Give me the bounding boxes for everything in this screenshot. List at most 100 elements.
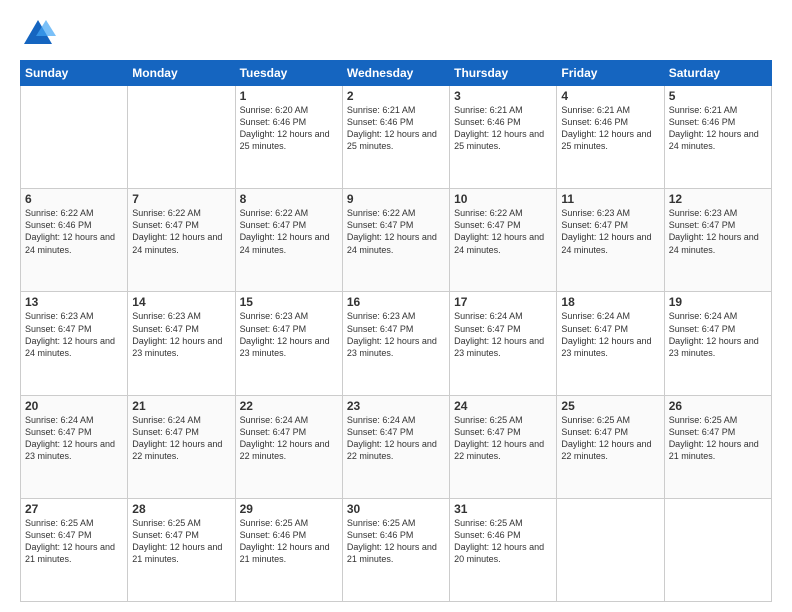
day-number: 17	[454, 295, 552, 309]
day-number: 21	[132, 399, 230, 413]
calendar-cell: 28Sunrise: 6:25 AM Sunset: 6:47 PM Dayli…	[128, 498, 235, 601]
header	[20, 16, 772, 52]
day-number: 29	[240, 502, 338, 516]
day-number: 7	[132, 192, 230, 206]
day-info: Sunrise: 6:25 AM Sunset: 6:47 PM Dayligh…	[561, 414, 659, 463]
day-info: Sunrise: 6:25 AM Sunset: 6:47 PM Dayligh…	[132, 517, 230, 566]
logo-icon	[20, 16, 56, 52]
day-number: 14	[132, 295, 230, 309]
calendar: SundayMondayTuesdayWednesdayThursdayFrid…	[20, 60, 772, 602]
calendar-cell: 6Sunrise: 6:22 AM Sunset: 6:46 PM Daylig…	[21, 189, 128, 292]
day-info: Sunrise: 6:24 AM Sunset: 6:47 PM Dayligh…	[25, 414, 123, 463]
day-info: Sunrise: 6:20 AM Sunset: 6:46 PM Dayligh…	[240, 104, 338, 153]
day-info: Sunrise: 6:24 AM Sunset: 6:47 PM Dayligh…	[240, 414, 338, 463]
calendar-week-2: 6Sunrise: 6:22 AM Sunset: 6:46 PM Daylig…	[21, 189, 772, 292]
day-info: Sunrise: 6:21 AM Sunset: 6:46 PM Dayligh…	[347, 104, 445, 153]
calendar-cell: 17Sunrise: 6:24 AM Sunset: 6:47 PM Dayli…	[450, 292, 557, 395]
day-number: 3	[454, 89, 552, 103]
day-info: Sunrise: 6:22 AM Sunset: 6:47 PM Dayligh…	[240, 207, 338, 256]
calendar-header-wednesday: Wednesday	[342, 61, 449, 86]
calendar-cell: 19Sunrise: 6:24 AM Sunset: 6:47 PM Dayli…	[664, 292, 771, 395]
calendar-cell: 16Sunrise: 6:23 AM Sunset: 6:47 PM Dayli…	[342, 292, 449, 395]
calendar-cell: 12Sunrise: 6:23 AM Sunset: 6:47 PM Dayli…	[664, 189, 771, 292]
calendar-cell: 20Sunrise: 6:24 AM Sunset: 6:47 PM Dayli…	[21, 395, 128, 498]
day-number: 6	[25, 192, 123, 206]
calendar-cell: 15Sunrise: 6:23 AM Sunset: 6:47 PM Dayli…	[235, 292, 342, 395]
day-number: 26	[669, 399, 767, 413]
calendar-cell: 29Sunrise: 6:25 AM Sunset: 6:46 PM Dayli…	[235, 498, 342, 601]
day-number: 19	[669, 295, 767, 309]
day-info: Sunrise: 6:25 AM Sunset: 6:47 PM Dayligh…	[25, 517, 123, 566]
day-number: 13	[25, 295, 123, 309]
day-info: Sunrise: 6:22 AM Sunset: 6:47 PM Dayligh…	[347, 207, 445, 256]
day-info: Sunrise: 6:24 AM Sunset: 6:47 PM Dayligh…	[454, 310, 552, 359]
calendar-cell: 26Sunrise: 6:25 AM Sunset: 6:47 PM Dayli…	[664, 395, 771, 498]
calendar-cell: 8Sunrise: 6:22 AM Sunset: 6:47 PM Daylig…	[235, 189, 342, 292]
calendar-header-saturday: Saturday	[664, 61, 771, 86]
calendar-header-tuesday: Tuesday	[235, 61, 342, 86]
calendar-cell	[664, 498, 771, 601]
day-info: Sunrise: 6:25 AM Sunset: 6:47 PM Dayligh…	[669, 414, 767, 463]
day-info: Sunrise: 6:25 AM Sunset: 6:46 PM Dayligh…	[240, 517, 338, 566]
day-info: Sunrise: 6:23 AM Sunset: 6:47 PM Dayligh…	[132, 310, 230, 359]
day-info: Sunrise: 6:24 AM Sunset: 6:47 PM Dayligh…	[669, 310, 767, 359]
calendar-cell: 11Sunrise: 6:23 AM Sunset: 6:47 PM Dayli…	[557, 189, 664, 292]
calendar-cell: 14Sunrise: 6:23 AM Sunset: 6:47 PM Dayli…	[128, 292, 235, 395]
day-info: Sunrise: 6:23 AM Sunset: 6:47 PM Dayligh…	[25, 310, 123, 359]
day-info: Sunrise: 6:21 AM Sunset: 6:46 PM Dayligh…	[454, 104, 552, 153]
calendar-week-4: 20Sunrise: 6:24 AM Sunset: 6:47 PM Dayli…	[21, 395, 772, 498]
calendar-cell: 18Sunrise: 6:24 AM Sunset: 6:47 PM Dayli…	[557, 292, 664, 395]
calendar-cell: 7Sunrise: 6:22 AM Sunset: 6:47 PM Daylig…	[128, 189, 235, 292]
day-info: Sunrise: 6:25 AM Sunset: 6:46 PM Dayligh…	[454, 517, 552, 566]
day-number: 25	[561, 399, 659, 413]
day-number: 30	[347, 502, 445, 516]
day-number: 16	[347, 295, 445, 309]
day-number: 24	[454, 399, 552, 413]
calendar-header-row: SundayMondayTuesdayWednesdayThursdayFrid…	[21, 61, 772, 86]
calendar-cell: 31Sunrise: 6:25 AM Sunset: 6:46 PM Dayli…	[450, 498, 557, 601]
calendar-cell: 23Sunrise: 6:24 AM Sunset: 6:47 PM Dayli…	[342, 395, 449, 498]
calendar-week-3: 13Sunrise: 6:23 AM Sunset: 6:47 PM Dayli…	[21, 292, 772, 395]
calendar-header-friday: Friday	[557, 61, 664, 86]
calendar-cell: 3Sunrise: 6:21 AM Sunset: 6:46 PM Daylig…	[450, 86, 557, 189]
day-number: 10	[454, 192, 552, 206]
day-number: 8	[240, 192, 338, 206]
day-info: Sunrise: 6:24 AM Sunset: 6:47 PM Dayligh…	[132, 414, 230, 463]
day-number: 27	[25, 502, 123, 516]
day-number: 11	[561, 192, 659, 206]
day-number: 23	[347, 399, 445, 413]
day-number: 15	[240, 295, 338, 309]
calendar-cell	[21, 86, 128, 189]
day-info: Sunrise: 6:23 AM Sunset: 6:47 PM Dayligh…	[240, 310, 338, 359]
logo	[20, 16, 60, 52]
day-info: Sunrise: 6:23 AM Sunset: 6:47 PM Dayligh…	[669, 207, 767, 256]
day-number: 12	[669, 192, 767, 206]
day-number: 9	[347, 192, 445, 206]
calendar-week-5: 27Sunrise: 6:25 AM Sunset: 6:47 PM Dayli…	[21, 498, 772, 601]
day-number: 2	[347, 89, 445, 103]
day-info: Sunrise: 6:22 AM Sunset: 6:46 PM Dayligh…	[25, 207, 123, 256]
calendar-cell: 27Sunrise: 6:25 AM Sunset: 6:47 PM Dayli…	[21, 498, 128, 601]
calendar-cell: 21Sunrise: 6:24 AM Sunset: 6:47 PM Dayli…	[128, 395, 235, 498]
day-number: 28	[132, 502, 230, 516]
calendar-cell: 9Sunrise: 6:22 AM Sunset: 6:47 PM Daylig…	[342, 189, 449, 292]
day-number: 1	[240, 89, 338, 103]
calendar-cell	[128, 86, 235, 189]
calendar-cell: 13Sunrise: 6:23 AM Sunset: 6:47 PM Dayli…	[21, 292, 128, 395]
day-info: Sunrise: 6:25 AM Sunset: 6:46 PM Dayligh…	[347, 517, 445, 566]
calendar-cell: 4Sunrise: 6:21 AM Sunset: 6:46 PM Daylig…	[557, 86, 664, 189]
calendar-cell: 30Sunrise: 6:25 AM Sunset: 6:46 PM Dayli…	[342, 498, 449, 601]
day-number: 20	[25, 399, 123, 413]
calendar-cell: 25Sunrise: 6:25 AM Sunset: 6:47 PM Dayli…	[557, 395, 664, 498]
day-info: Sunrise: 6:22 AM Sunset: 6:47 PM Dayligh…	[454, 207, 552, 256]
calendar-cell: 5Sunrise: 6:21 AM Sunset: 6:46 PM Daylig…	[664, 86, 771, 189]
day-number: 4	[561, 89, 659, 103]
day-number: 5	[669, 89, 767, 103]
day-info: Sunrise: 6:21 AM Sunset: 6:46 PM Dayligh…	[669, 104, 767, 153]
calendar-cell: 24Sunrise: 6:25 AM Sunset: 6:47 PM Dayli…	[450, 395, 557, 498]
calendar-header-thursday: Thursday	[450, 61, 557, 86]
calendar-cell: 1Sunrise: 6:20 AM Sunset: 6:46 PM Daylig…	[235, 86, 342, 189]
calendar-cell: 2Sunrise: 6:21 AM Sunset: 6:46 PM Daylig…	[342, 86, 449, 189]
day-info: Sunrise: 6:23 AM Sunset: 6:47 PM Dayligh…	[347, 310, 445, 359]
calendar-header-sunday: Sunday	[21, 61, 128, 86]
